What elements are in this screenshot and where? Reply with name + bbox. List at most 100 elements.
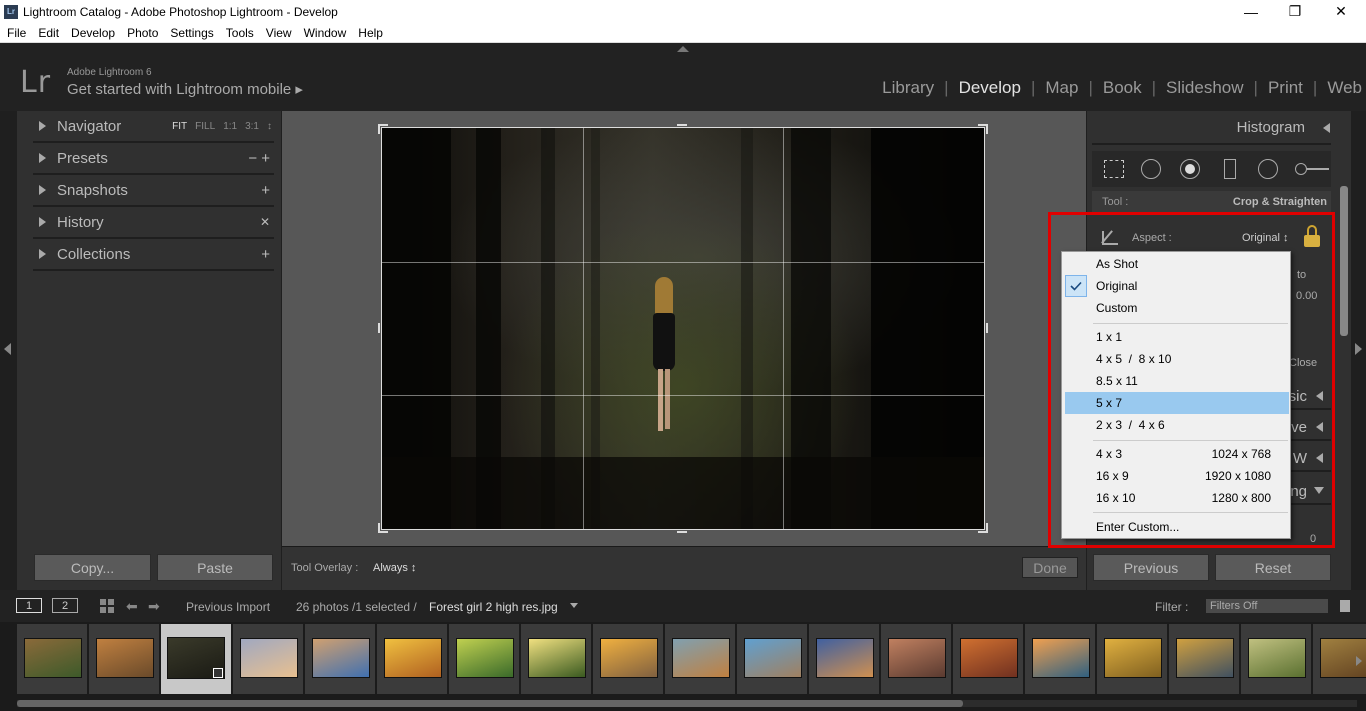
window-title: Lightroom Catalog - Adobe Photoshop Ligh… bbox=[23, 4, 338, 19]
filmstrip-thumbnail[interactable] bbox=[161, 624, 231, 694]
filmstrip-scrollbar-thumb[interactable] bbox=[17, 700, 963, 707]
filmstrip-thumbnail[interactable] bbox=[1241, 624, 1311, 694]
filmstrip-thumbnail[interactable] bbox=[17, 624, 87, 694]
filter-select[interactable]: Filters Off bbox=[1205, 598, 1329, 614]
presets-label: Presets bbox=[57, 149, 108, 167]
crop-handle-bottom-right[interactable] bbox=[986, 523, 988, 533]
filmstrip-thumbnail[interactable] bbox=[1097, 624, 1167, 694]
photo-count: 26 photos /1 selected / bbox=[296, 600, 417, 614]
menu-tools[interactable]: Tools bbox=[220, 26, 260, 40]
navigator-panel-header[interactable]: Navigator FIT FILL 1:1 3:1 ↕ bbox=[33, 111, 274, 143]
restore-button[interactable]: ❐ bbox=[1272, 0, 1318, 23]
filmstrip-source[interactable]: Previous Import bbox=[186, 600, 270, 614]
history-panel-header[interactable]: History ✕ bbox=[33, 207, 274, 239]
right-panel-scrollbar-thumb[interactable] bbox=[1340, 186, 1348, 336]
crop-handle-bottom[interactable] bbox=[677, 531, 687, 533]
filmstrip-thumbnail[interactable] bbox=[89, 624, 159, 694]
collection-add-icon[interactable]: + bbox=[261, 246, 270, 263]
crop-handle-right[interactable] bbox=[986, 323, 988, 333]
graduated-filter-icon[interactable] bbox=[1218, 158, 1242, 180]
crop-handle-bottom-left[interactable] bbox=[378, 523, 380, 533]
copy-settings-button[interactable]: Copy... bbox=[34, 554, 151, 581]
left-panel: Navigator FIT FILL 1:1 3:1 ↕ Presets − +… bbox=[17, 111, 281, 590]
grid-view-icon[interactable] bbox=[100, 599, 114, 613]
done-button[interactable]: Done bbox=[1022, 557, 1078, 578]
filmstrip bbox=[0, 622, 1366, 711]
previous-button[interactable]: Previous bbox=[1093, 554, 1209, 581]
collections-panel-header[interactable]: Collections + bbox=[33, 239, 274, 271]
module-book[interactable]: Book bbox=[1103, 78, 1142, 98]
filmstrip-thumbnail[interactable] bbox=[881, 624, 951, 694]
filmstrip-thumbnail[interactable] bbox=[449, 624, 519, 694]
filter-lock-icon[interactable] bbox=[1340, 600, 1350, 612]
filmstrip-thumbnail[interactable] bbox=[665, 624, 735, 694]
crop-handle-top-right[interactable] bbox=[986, 124, 988, 134]
filmstrip-thumbnail[interactable] bbox=[809, 624, 879, 694]
menu-file[interactable]: File bbox=[1, 26, 32, 40]
main-window-button[interactable]: 1 bbox=[16, 598, 42, 613]
left-panel-toggle-icon[interactable] bbox=[4, 343, 11, 355]
module-web[interactable]: Web bbox=[1327, 78, 1362, 98]
forward-arrow-icon[interactable]: ➡ bbox=[148, 598, 160, 615]
filmstrip-thumbnail[interactable] bbox=[377, 624, 447, 694]
menu-develop[interactable]: Develop bbox=[65, 26, 121, 40]
filmstrip-thumbnail[interactable] bbox=[593, 624, 663, 694]
secondary-window-button[interactable]: 2 bbox=[52, 598, 78, 613]
thumbnail-image bbox=[528, 638, 586, 678]
snapshots-panel-header[interactable]: Snapshots + bbox=[33, 175, 274, 207]
crop-overlay-icon[interactable] bbox=[1102, 158, 1126, 180]
adjustment-brush-icon[interactable] bbox=[1295, 158, 1331, 180]
module-print[interactable]: Print bbox=[1268, 78, 1303, 98]
crop-handle-top[interactable] bbox=[677, 124, 687, 126]
module-develop[interactable]: Develop bbox=[959, 78, 1021, 98]
histogram-panel-header[interactable]: Histogram bbox=[1092, 111, 1331, 145]
expand-triangle-icon bbox=[39, 249, 46, 259]
zoom-fit[interactable]: FIT bbox=[172, 121, 187, 132]
crop-handle-top-left[interactable] bbox=[378, 124, 380, 134]
zoom-arrow-icon[interactable]: ↕ bbox=[267, 121, 272, 132]
menu-window[interactable]: Window bbox=[298, 26, 353, 40]
menu-photo[interactable]: Photo bbox=[121, 26, 164, 40]
menu-settings[interactable]: Settings bbox=[164, 26, 219, 40]
chevron-down-icon[interactable] bbox=[570, 603, 578, 608]
presets-add-remove-icons[interactable]: − + bbox=[248, 150, 270, 167]
filmstrip-thumbnail[interactable] bbox=[953, 624, 1023, 694]
module-library[interactable]: Library bbox=[882, 78, 934, 98]
close-button[interactable]: ✕ bbox=[1318, 0, 1364, 23]
menu-edit[interactable]: Edit bbox=[32, 26, 65, 40]
red-eye-icon[interactable] bbox=[1179, 158, 1203, 180]
back-arrow-icon[interactable]: ⬅ bbox=[126, 598, 138, 615]
reset-button[interactable]: Reset bbox=[1215, 554, 1331, 581]
lightroom-mobile-link[interactable]: Get started with Lightroom mobile ▸ bbox=[67, 80, 303, 98]
tool-overlay-select[interactable]: Always ↕ bbox=[373, 562, 416, 574]
zoom-fill[interactable]: FILL bbox=[195, 121, 215, 132]
filmstrip-thumbnail[interactable] bbox=[1025, 624, 1095, 694]
filmstrip-thumbnail[interactable] bbox=[305, 624, 375, 694]
crop-frame[interactable] bbox=[381, 127, 985, 530]
filmstrip-thumbnail[interactable] bbox=[1169, 624, 1239, 694]
expand-triangle-icon bbox=[39, 121, 46, 131]
paste-settings-button[interactable]: Paste bbox=[157, 554, 273, 581]
header-collapse-arrow-icon[interactable] bbox=[677, 46, 689, 52]
filmstrip-scroll-right-icon[interactable] bbox=[1356, 656, 1362, 666]
selected-photo-name[interactable]: Forest girl 2 high res.jpg bbox=[429, 600, 558, 614]
menu-view[interactable]: View bbox=[260, 26, 298, 40]
filmstrip-thumbnail[interactable] bbox=[737, 624, 807, 694]
filmstrip-thumbnail[interactable] bbox=[521, 624, 591, 694]
thumbnail-image bbox=[384, 638, 442, 678]
snapshot-add-icon[interactable]: + bbox=[261, 182, 270, 199]
module-map[interactable]: Map bbox=[1045, 78, 1078, 98]
crop-handle-left[interactable] bbox=[378, 323, 380, 333]
history-clear-icon[interactable]: ✕ bbox=[260, 215, 270, 229]
thumbnail-image bbox=[96, 638, 154, 678]
right-panel-toggle-icon[interactable] bbox=[1355, 343, 1362, 355]
minimize-button[interactable]: — bbox=[1228, 0, 1274, 23]
filmstrip-thumbnail[interactable] bbox=[233, 624, 303, 694]
spot-removal-icon[interactable] bbox=[1140, 158, 1165, 180]
zoom-3-1[interactable]: 3:1 bbox=[245, 121, 259, 132]
presets-panel-header[interactable]: Presets − + bbox=[33, 143, 274, 175]
radial-filter-icon[interactable] bbox=[1257, 158, 1281, 180]
zoom-1-1[interactable]: 1:1 bbox=[223, 121, 237, 132]
menu-help[interactable]: Help bbox=[352, 26, 389, 40]
module-slideshow[interactable]: Slideshow bbox=[1166, 78, 1244, 98]
